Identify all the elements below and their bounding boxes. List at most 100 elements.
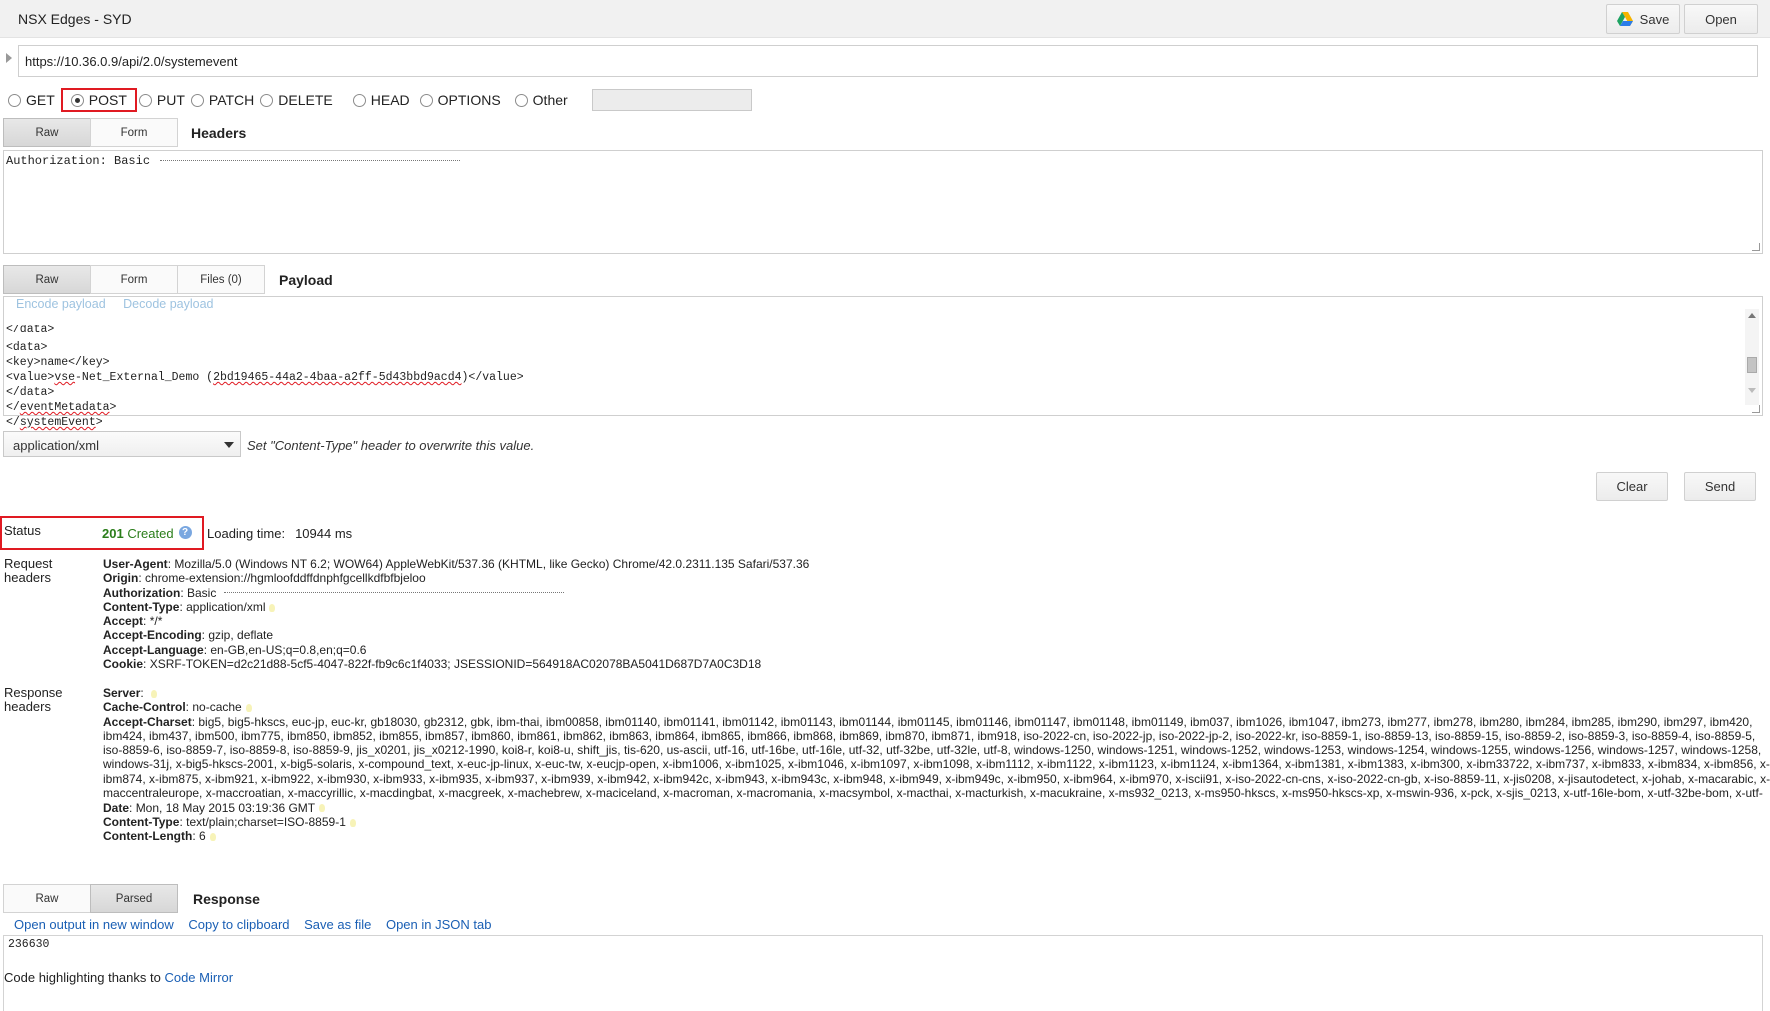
google-drive-icon [1616, 12, 1633, 26]
tab-payload-form[interactable]: Form [90, 265, 178, 294]
clear-button[interactable]: Clear [1596, 472, 1668, 501]
send-button[interactable]: Send [1684, 472, 1756, 501]
request-headers-label: Request headers [4, 556, 53, 585]
code-line: </data> [6, 325, 55, 336]
save-button-label: Save [1639, 11, 1670, 27]
radio-icon[interactable] [352, 93, 366, 107]
header-row: Origin: chrome-extension://hgmloofddffdn… [103, 571, 426, 586]
method-options[interactable]: OPTIONS [419, 92, 501, 108]
method-label: PATCH [208, 92, 255, 108]
payload-scrollbar[interactable] [1745, 309, 1759, 405]
radio-icon[interactable] [138, 93, 152, 107]
method-label: HEAD [370, 92, 410, 108]
method-label: PUT [156, 92, 185, 108]
method-label: Other [532, 92, 568, 108]
other-method-input[interactable] [591, 89, 752, 111]
response-title: Response [193, 891, 260, 907]
response-headers-list: Server: Cache-Control: no-cache Accept-C… [103, 686, 1770, 843]
hint-icon [151, 689, 158, 698]
scroll-thumb[interactable] [1747, 357, 1757, 373]
open-new-window-link[interactable]: Open output in new window [14, 917, 174, 932]
open-button[interactable]: Open [1684, 4, 1758, 34]
header-row: Accept-Charset: big5, big5-hkscs, euc-jp… [103, 714, 1770, 801]
save-file-link[interactable]: Save as file [304, 917, 371, 932]
method-label: OPTIONS [437, 92, 501, 108]
tab-payload-raw[interactable]: Raw [3, 265, 91, 294]
header-row: Accept-Encoding: gzip, deflate [103, 628, 274, 643]
content-type-select[interactable]: application/xml [3, 431, 241, 457]
status-label: Status [4, 523, 41, 538]
response-body [3, 935, 1763, 1011]
radio-icon[interactable] [419, 93, 433, 107]
response-headers-label: Response headers [4, 685, 63, 714]
radio-checked-icon[interactable] [70, 93, 84, 107]
header-row: Content-Type: application/xml [103, 600, 809, 614]
header-row: Server: [103, 686, 1770, 700]
header-row: User-Agent: Mozilla/5.0 (Windows NT 6.2;… [103, 557, 810, 571]
tab-response-parsed[interactable]: Parsed [90, 884, 178, 913]
resize-grip-icon[interactable] [1752, 405, 1760, 413]
header-row: Accept: */* [103, 614, 163, 629]
header-row: Authorization: Basic [103, 586, 809, 600]
method-label: POST [88, 92, 127, 108]
tab-response-raw[interactable]: Raw [3, 884, 91, 913]
hint-icon [349, 818, 356, 827]
method-selector: GET POST PUT PATCH DELETE HEAD OPTIONS O… [8, 88, 752, 112]
response-actions: Open output in new window Copy to clipbo… [14, 917, 502, 932]
payload-encoding-links: Encode payload Decode payload [16, 297, 228, 311]
request-headers-list: User-Agent: Mozilla/5.0 (Windows NT 6.2;… [103, 557, 809, 671]
hint-icon [209, 833, 216, 842]
scroll-down-icon[interactable] [1748, 388, 1756, 393]
method-label: DELETE [278, 92, 333, 108]
method-put[interactable]: PUT [138, 92, 185, 108]
payload-title: Payload [279, 272, 333, 288]
method-other[interactable]: Other [514, 92, 568, 108]
save-button[interactable]: Save [1606, 4, 1680, 34]
tab-headers-form[interactable]: Form [90, 118, 178, 147]
hint-icon [245, 704, 252, 713]
header-row: Date: Mon, 18 May 2015 03:19:36 GMT [103, 801, 1770, 815]
method-delete[interactable]: DELETE [260, 92, 333, 108]
method-head[interactable]: HEAD [352, 92, 410, 108]
code-line: <data> [6, 341, 48, 354]
open-json-tab-link[interactable]: Open in JSON tab [386, 917, 492, 932]
url-expand-icon[interactable] [6, 53, 12, 63]
header-row: Content-Length: 6 [103, 829, 1770, 843]
headers-value: Authorization: Basic [6, 154, 461, 168]
radio-icon[interactable] [190, 93, 204, 107]
method-patch[interactable]: PATCH [190, 92, 255, 108]
radio-icon[interactable] [514, 93, 528, 107]
scroll-up-icon[interactable] [1748, 313, 1756, 318]
status-code: 201 Created? [102, 526, 192, 541]
header-row: Cookie: XSRF-TOKEN=d2c21d88-5cf5-4047-82… [103, 657, 762, 672]
resize-grip-icon[interactable] [1752, 243, 1760, 251]
masked-credentials [160, 159, 461, 162]
decode-payload-link[interactable]: Decode payload [123, 297, 213, 311]
info-icon[interactable]: ? [178, 526, 192, 539]
tab-payload-files[interactable]: Files (0) [177, 265, 265, 294]
response-value[interactable]: 236630 [8, 938, 49, 951]
content-type-value: application/xml [13, 438, 99, 453]
loading-time: Loading time: 10944 ms [207, 526, 353, 541]
url-input[interactable]: https://10.36.0.9/api/2.0/systemevent [18, 45, 1758, 77]
header-row: Content-Type: text/plain;charset=ISO-885… [103, 815, 1770, 829]
code-line: <value>vse-Net_External_Demo (2bd19465-4… [6, 371, 524, 384]
masked-credentials [224, 592, 565, 594]
copy-clipboard-link[interactable]: Copy to clipboard [188, 917, 289, 932]
radio-icon[interactable] [8, 93, 21, 107]
method-get[interactable]: GET [8, 92, 55, 108]
payload-code[interactable]: </data> <data> <key>name</key> <value>vse-N… [6, 310, 524, 445]
radio-icon[interactable] [260, 93, 274, 107]
codemirror-credit: Code highlighting thanks to Code Mirror [4, 970, 234, 985]
code-line: </eventMetadata> [6, 401, 117, 414]
header-row: Cache-Control: no-cache [103, 700, 1770, 714]
content-type-note: Set "Content-Type" header to overwrite t… [247, 438, 535, 453]
code-line: <key>name</key> [6, 356, 110, 369]
encode-payload-link[interactable]: Encode payload [16, 297, 106, 311]
codemirror-link[interactable]: Code Mirror [164, 970, 233, 985]
app-header: NSX Edges - SYD Save Open [0, 0, 1770, 38]
hint-icon [269, 603, 276, 612]
tab-headers-raw[interactable]: Raw [3, 118, 91, 147]
chevron-down-icon [224, 442, 234, 448]
method-post[interactable]: POST [60, 88, 137, 112]
